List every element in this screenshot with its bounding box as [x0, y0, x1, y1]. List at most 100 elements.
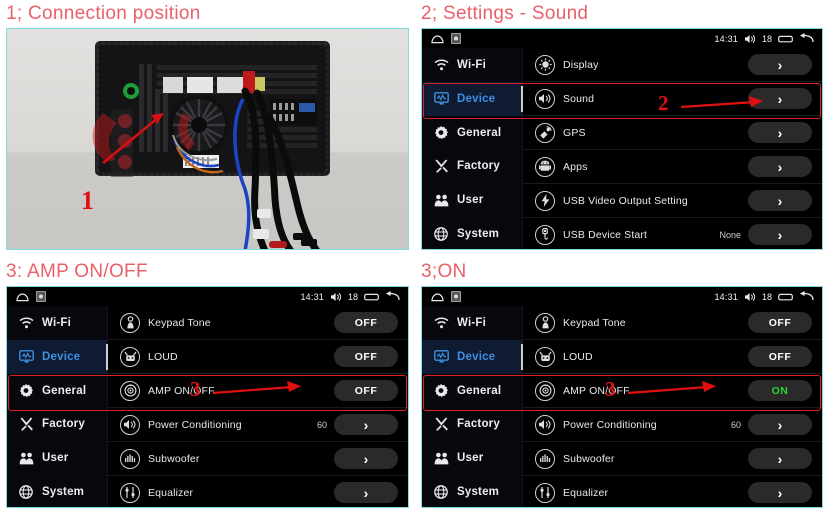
sidebar-item-device[interactable]: Device	[7, 339, 108, 374]
annotation-step-3: 3	[190, 377, 201, 401]
settings-row-amp-on-off[interactable]: AMP ON/OFF ON	[523, 374, 822, 408]
toggle-loud-button[interactable]: OFF	[748, 346, 812, 367]
open-power-conditioning-button[interactable]: ›	[748, 414, 812, 435]
settings-row-power-conditioning[interactable]: Power Conditioning 60 ›	[523, 408, 822, 442]
settings-body: Wi-Fi Device General Factory User System Keyp…	[422, 306, 822, 507]
settings-row-equalizer[interactable]: Equalizer ›	[108, 476, 408, 507]
row-label: Keypad Tone	[148, 316, 211, 329]
sidebar-item-wi-fi[interactable]: Wi-Fi	[7, 306, 107, 340]
sidebar-item-label: Factory	[42, 418, 85, 431]
bolt-icon	[535, 190, 555, 211]
settings-sidebar: Wi-Fi Device General Factory User System	[422, 48, 523, 249]
panel-amp-off: 3: AMP ON/OFF 14:31 18 Wi-Fi Device Gene…	[0, 258, 415, 513]
head-unit-rear-illustration	[7, 29, 408, 249]
panel-connection-caption: 1; Connection position	[6, 3, 201, 24]
panel-amp-on: 3;ON 14:31 18 Wi-Fi Device General Facto…	[415, 258, 829, 513]
settings-row-subwoofer[interactable]: Subwoofer ›	[108, 442, 408, 476]
sidebar-item-system[interactable]: System	[7, 475, 107, 507]
settings-sidebar: Wi-Fi Device General Factory User System	[422, 306, 523, 507]
apps-icon[interactable]	[451, 33, 461, 44]
user-icon	[431, 452, 451, 465]
sidebar-item-system[interactable]: System	[422, 217, 522, 249]
row-value: None	[719, 229, 741, 240]
settings-row-usb-video-output-setting[interactable]: USB Video Output Setting ›	[523, 184, 822, 218]
toggle-keypad-tone-button[interactable]: OFF	[334, 312, 398, 333]
sidebar-item-device[interactable]: Device	[422, 339, 523, 374]
sidebar-item-label: Device	[42, 350, 81, 363]
open-power-conditioning-button[interactable]: ›	[334, 414, 398, 435]
open-equalizer-button[interactable]: ›	[748, 482, 812, 503]
home-icon[interactable]	[431, 34, 444, 44]
chevron-right-icon: ›	[777, 226, 783, 243]
settings-row-subwoofer[interactable]: Subwoofer ›	[523, 442, 822, 476]
sidebar-item-wi-fi[interactable]: Wi-Fi	[422, 306, 522, 340]
sidebar-item-factory[interactable]: Factory	[422, 407, 522, 441]
toggle-state-label: OFF	[354, 384, 378, 397]
sidebar-item-wi-fi[interactable]: Wi-Fi	[422, 48, 522, 82]
tools-icon	[431, 417, 451, 432]
globe-icon	[431, 485, 451, 499]
toggle-amp-on-off-button[interactable]: ON	[748, 380, 812, 401]
settings-row-gps[interactable]: GPS ›	[523, 116, 822, 150]
settings-row-keypad-tone[interactable]: Keypad Tone OFF	[523, 306, 822, 340]
sidebar-item-user[interactable]: User	[422, 441, 522, 475]
open-subwoofer-button[interactable]: ›	[334, 448, 398, 469]
settings-row-usb-device-start[interactable]: USB Device Start None ›	[523, 218, 822, 249]
sidebar-item-general[interactable]: General	[422, 374, 522, 408]
recents-icon[interactable]	[364, 292, 379, 302]
settings-row-amp-on-off[interactable]: AMP ON/OFF OFF	[108, 374, 408, 408]
recents-icon[interactable]	[778, 34, 793, 44]
sidebar-item-label: Factory	[457, 160, 500, 173]
open-equalizer-button[interactable]: ›	[334, 482, 398, 503]
apps-icon[interactable]	[451, 291, 461, 302]
globe-icon	[16, 485, 36, 499]
sidebar-item-user[interactable]: User	[422, 183, 522, 217]
back-icon[interactable]	[385, 291, 400, 302]
chevron-right-icon: ›	[777, 124, 783, 141]
settings-row-keypad-tone[interactable]: Keypad Tone OFF	[108, 306, 408, 340]
back-icon[interactable]	[799, 33, 814, 44]
open-usb-device-start-button[interactable]: ›	[748, 224, 812, 245]
apps-icon[interactable]	[36, 291, 46, 302]
wifi-icon	[16, 317, 36, 329]
android-icon	[535, 156, 555, 177]
open-usb-video-output-setting-button[interactable]: ›	[748, 190, 812, 211]
amp-on-screen: 14:31 18 Wi-Fi Device General Factory User Sy…	[421, 286, 823, 508]
open-display-button[interactable]: ›	[748, 54, 812, 75]
back-icon[interactable]	[799, 291, 814, 302]
open-gps-button[interactable]: ›	[748, 122, 812, 143]
sidebar-item-system[interactable]: System	[422, 475, 522, 507]
chevron-right-icon: ›	[777, 450, 783, 467]
home-icon[interactable]	[16, 292, 29, 302]
row-label: Power Conditioning	[563, 418, 657, 431]
row-label: LOUD	[563, 350, 593, 363]
open-subwoofer-button[interactable]: ›	[748, 448, 812, 469]
settings-row-loud[interactable]: LOUD OFF	[523, 340, 822, 374]
open-apps-button[interactable]: ›	[748, 156, 812, 177]
sidebar-item-factory[interactable]: Factory	[422, 149, 522, 183]
sidebar-item-label: System	[457, 228, 500, 241]
volume-icon	[744, 292, 756, 302]
sidebar-item-user[interactable]: User	[7, 441, 107, 475]
sidebar-item-device[interactable]: Device	[422, 81, 523, 116]
status-bar-right: 14:31 18	[714, 29, 814, 48]
sidebar-item-general[interactable]: General	[422, 116, 522, 150]
home-icon[interactable]	[431, 292, 444, 302]
settings-row-power-conditioning[interactable]: Power Conditioning 60 ›	[108, 408, 408, 442]
settings-row-loud[interactable]: LOUD OFF	[108, 340, 408, 374]
open-sound-button[interactable]: ›	[748, 88, 812, 109]
subwoofer-icon	[120, 448, 140, 469]
settings-row-sound[interactable]: Sound ›	[523, 82, 822, 116]
sidebar-item-general[interactable]: General	[7, 374, 107, 408]
settings-row-equalizer[interactable]: Equalizer ›	[523, 476, 822, 507]
settings-row-display[interactable]: Display ›	[523, 48, 822, 82]
toggle-amp-on-off-button[interactable]: OFF	[334, 380, 398, 401]
toggle-loud-button[interactable]: OFF	[334, 346, 398, 367]
sidebar-item-factory[interactable]: Factory	[7, 407, 107, 441]
settings-row-apps[interactable]: Apps ›	[523, 150, 822, 184]
toggle-keypad-tone-button[interactable]: OFF	[748, 312, 812, 333]
panel-connection-position: 1; Connection position 1	[0, 0, 415, 258]
recents-icon[interactable]	[778, 292, 793, 302]
settings-list: Keypad Tone OFF LOUD OFF AMP ON/OFF OFF Power …	[108, 306, 408, 507]
sidebar-item-label: Factory	[457, 418, 500, 431]
